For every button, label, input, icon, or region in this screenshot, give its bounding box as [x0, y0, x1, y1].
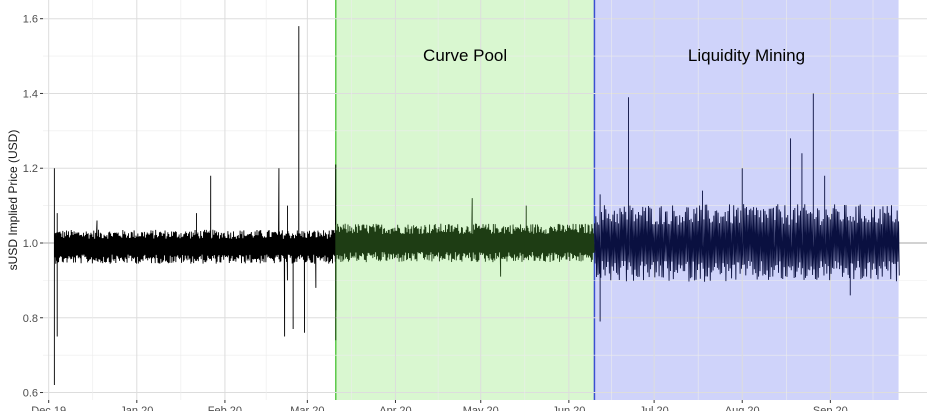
y-tick-label: 0.8	[23, 313, 38, 325]
y-tick-label: 1.2	[23, 163, 38, 175]
y-axis-title: sUSD Implied Price (USD)	[6, 130, 20, 271]
x-tick-label: May 20	[463, 405, 499, 411]
x-tick-label: Sep 20	[813, 405, 848, 411]
x-tick-layer: Dec 19 Jan 20 Feb 20 Mar 20 Apr 20 May 20 Jun …	[31, 400, 848, 411]
region-1-label: Curve Pool	[423, 46, 507, 65]
y-tick-label: 1.4	[23, 88, 38, 100]
y-tick-label: 1.6	[23, 14, 38, 26]
y-tick-label: 0.6	[23, 388, 38, 400]
y-tick-label: 1.0	[23, 238, 38, 250]
x-tick-label: Jan 20	[120, 405, 153, 411]
x-tick-label: Feb 20	[208, 405, 242, 411]
y-tick-layer: 0.6 0.8 1.0 1.2 1.4 1.6	[23, 14, 43, 400]
price-chart: Curve Pool Liquidity Mining 0.6 0.8 1.0 1.2 1…	[6, 0, 927, 411]
x-tick-label: Jun 20	[552, 405, 585, 411]
region-2-label: Liquidity Mining	[688, 46, 805, 65]
x-tick-label: Dec 19	[31, 405, 66, 411]
x-tick-label: Aug 20	[725, 405, 760, 411]
regions-layer	[335, 0, 899, 400]
x-tick-label: Mar 20	[290, 405, 324, 411]
x-tick-label: Jul 20	[639, 405, 668, 411]
x-tick-label: Apr 20	[379, 405, 411, 411]
